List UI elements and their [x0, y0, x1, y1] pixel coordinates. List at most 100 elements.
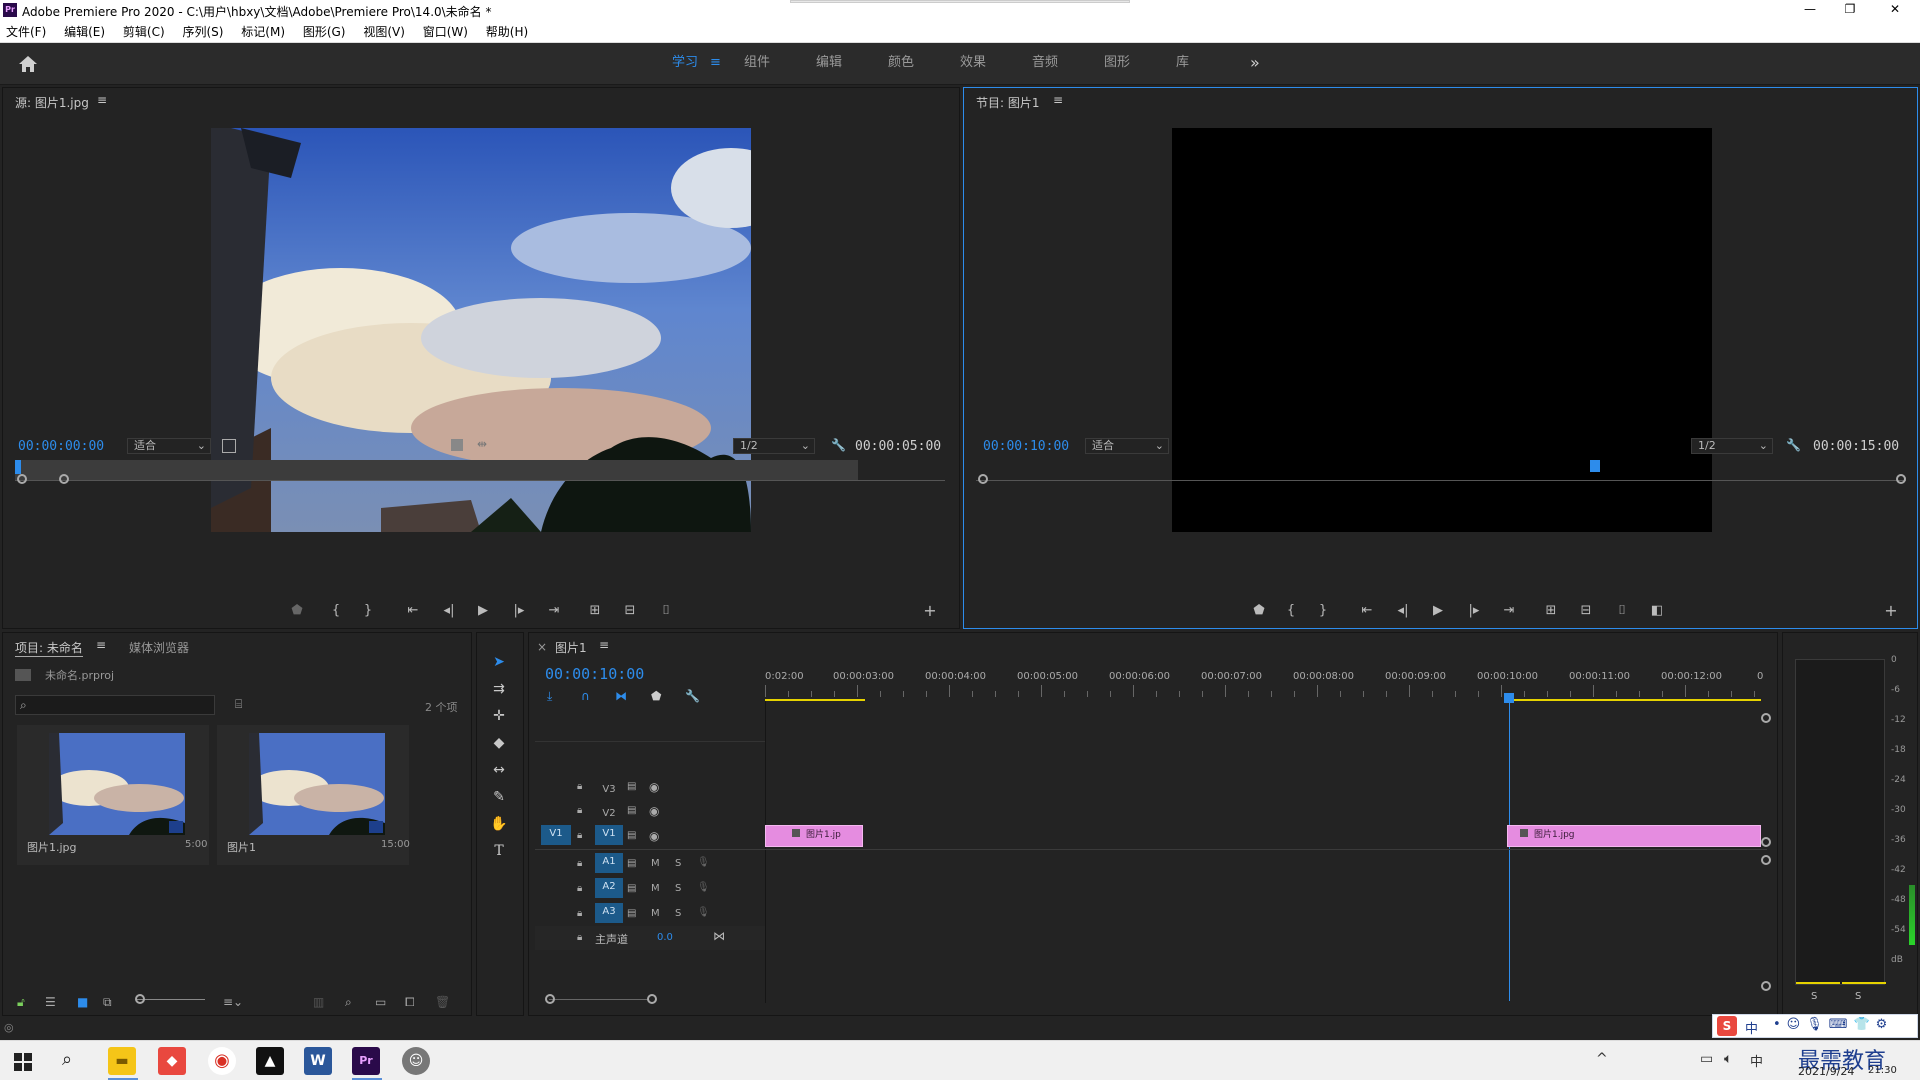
program-zoom-handle-left[interactable] [978, 474, 988, 484]
premiere-taskbar-icon[interactable]: Pr [352, 1047, 380, 1075]
mark-in-icon[interactable]: { [326, 601, 346, 621]
program-monitor-title[interactable]: 节目: 图片1 [976, 94, 1040, 111]
microphone-icon[interactable]: 🎙︎ [697, 907, 710, 918]
go-to-out-icon[interactable]: ⇥ [1499, 601, 1519, 621]
comparison-view-icon[interactable]: ◧ [1647, 601, 1667, 621]
solo-button[interactable]: S [675, 883, 681, 894]
mute-button[interactable]: M [651, 883, 660, 894]
lock-icon[interactable]: 🔒︎ [577, 883, 582, 894]
lock-icon[interactable]: 🔓︎ [17, 995, 25, 1010]
selection-tool-icon[interactable]: ➤ [488, 651, 510, 673]
user-app-icon[interactable]: ☺ [402, 1047, 430, 1075]
solo-button[interactable]: S [675, 858, 681, 869]
linked-selection-icon[interactable]: ⧓ [615, 689, 627, 703]
track-label-a3[interactable]: A3 [595, 903, 623, 923]
lock-icon[interactable]: 🔒︎ [577, 932, 582, 943]
source-panel-menu-icon[interactable]: ≡ [97, 93, 107, 107]
zoom-slider[interactable] [137, 999, 205, 1000]
workspace-tab-assembly[interactable]: 组件 [744, 43, 770, 85]
mark-in-icon[interactable]: { [1281, 601, 1301, 621]
menu-clip[interactable]: 剪辑(C) [123, 22, 165, 42]
workspace-tab-audio[interactable]: 音频 [1032, 43, 1058, 85]
eye-icon[interactable]: ◉ [649, 780, 659, 794]
go-to-in-icon[interactable]: ⇤ [403, 601, 423, 621]
mark-out-icon[interactable]: } [1313, 601, 1333, 621]
menu-file[interactable]: 文件(F) [6, 22, 46, 42]
sort-icon[interactable]: ≡⌄ [223, 995, 243, 1009]
lock-icon[interactable]: 🔒︎ [577, 805, 582, 816]
sync-lock-icon[interactable]: ▤ [627, 858, 636, 869]
new-item-icon[interactable]: ⧠ [405, 995, 415, 1010]
microphone-icon[interactable]: 🎙︎ [697, 857, 710, 868]
workspace-tab-graphics[interactable]: 图形 [1104, 43, 1130, 85]
program-zoom-handle-right[interactable] [1896, 474, 1906, 484]
solo-left-button[interactable]: S [1811, 991, 1817, 1002]
workspace-overflow-icon[interactable]: » [1250, 43, 1260, 85]
sogou-ime-icon[interactable]: S [1717, 1016, 1737, 1036]
workspace-tab-learn[interactable]: 学习 [672, 43, 698, 85]
sync-lock-icon[interactable]: ▤ [627, 781, 636, 792]
file-explorer-icon[interactable]: ▬ [108, 1047, 136, 1075]
overwrite-clip-icon[interactable]: ⊟ [620, 601, 640, 621]
minimize-button[interactable]: — [1795, 2, 1825, 16]
track-label-a1[interactable]: A1 [595, 853, 623, 873]
media-browser-tab[interactable]: 媒体浏览器 [129, 639, 189, 656]
menu-sequence[interactable]: 序列(S) [182, 22, 223, 42]
ripple-edit-tool-icon[interactable]: ✛ [488, 705, 510, 727]
play-icon[interactable]: ▶ [473, 601, 493, 621]
mark-out-icon[interactable]: } [358, 601, 378, 621]
source-monitor-title[interactable]: 源: 图片1.jpg [15, 94, 89, 111]
sync-lock-icon[interactable]: ▤ [627, 830, 636, 841]
add-button-icon[interactable]: + [1881, 601, 1901, 621]
eye-icon[interactable]: ◉ [649, 829, 659, 843]
new-bin-icon[interactable]: ▭ [375, 995, 386, 1009]
add-marker-icon[interactable]: ⬟ [651, 689, 661, 703]
program-resolution-dropdown[interactable]: 1/2 ⌄ [1691, 438, 1773, 454]
workspace-menu-icon[interactable]: ≡ [710, 43, 721, 85]
windows-start-icon[interactable] [14, 1053, 32, 1071]
program-time-ruler[interactable] [976, 460, 1906, 478]
snap-icon[interactable]: ∩ [581, 689, 590, 703]
workspace-tab-effects[interactable]: 效果 [960, 43, 986, 85]
chevron-up-icon[interactable]: ^ [1596, 1051, 1608, 1067]
type-tool-icon[interactable]: T [488, 840, 510, 862]
go-to-out-icon[interactable]: ⇥ [544, 601, 564, 621]
play-icon[interactable]: ▶ [1428, 601, 1448, 621]
vertical-scroll-handle-video[interactable] [1761, 713, 1771, 723]
safe-margins-icon[interactable] [222, 439, 236, 453]
workspace-tab-libraries[interactable]: 库 [1176, 43, 1189, 85]
timeline-close-icon[interactable]: × [537, 640, 547, 654]
lock-icon[interactable]: 🔒︎ [577, 830, 582, 841]
solo-button[interactable]: S [675, 908, 681, 919]
program-playhead[interactable] [1589, 460, 1600, 472]
vertical-scroll-handle-divider[interactable] [1761, 837, 1771, 847]
menu-window[interactable]: 窗口(W) [423, 22, 468, 42]
timeline-timecode[interactable]: 00:00:10:00 [545, 665, 644, 683]
menu-graphics[interactable]: 图形(G) [303, 22, 346, 42]
work-area-bar-left[interactable] [765, 699, 865, 701]
close-button[interactable]: ✕ [1880, 2, 1910, 16]
program-panel-menu-icon[interactable]: ≡ [1053, 93, 1063, 107]
source-patch-v1[interactable]: V1 [541, 825, 571, 845]
list-view-icon[interactable]: ☰ [45, 995, 56, 1009]
menu-marker[interactable]: 标记(M) [241, 22, 285, 42]
icon-view-icon[interactable]: ■ [77, 995, 88, 1009]
volume-icon[interactable]: 🔈︎ [1724, 1051, 1732, 1067]
lock-icon[interactable]: 🔒︎ [577, 781, 582, 792]
nest-icon[interactable]: ⤓ [547, 689, 552, 704]
microphone-icon[interactable]: 🎙︎ [697, 882, 710, 893]
mute-button[interactable]: M [651, 908, 660, 919]
source-fit-dropdown[interactable]: 适合 ⌄ [127, 438, 211, 454]
sync-lock-icon[interactable]: ▤ [627, 805, 636, 816]
step-forward-icon[interactable]: |▸ [1464, 601, 1484, 621]
timeline-panel-menu-icon[interactable]: ≡ [599, 638, 609, 652]
project-item-image[interactable]: 图片1.jpg 5:00 [17, 725, 209, 865]
track-label-a2[interactable]: A2 [595, 878, 623, 898]
program-fit-dropdown[interactable]: 适合 ⌄ [1085, 438, 1169, 454]
photos-icon[interactable]: ▲ [256, 1047, 284, 1075]
freeform-view-icon[interactable]: ⧉ [103, 995, 112, 1010]
fit-sequence-icon[interactable]: ⋈ [713, 929, 725, 943]
horizontal-zoom-bar[interactable] [549, 999, 649, 1000]
horizontal-zoom-handle-right[interactable] [647, 994, 657, 1004]
pen-tool-icon[interactable]: ✎ [488, 786, 510, 808]
